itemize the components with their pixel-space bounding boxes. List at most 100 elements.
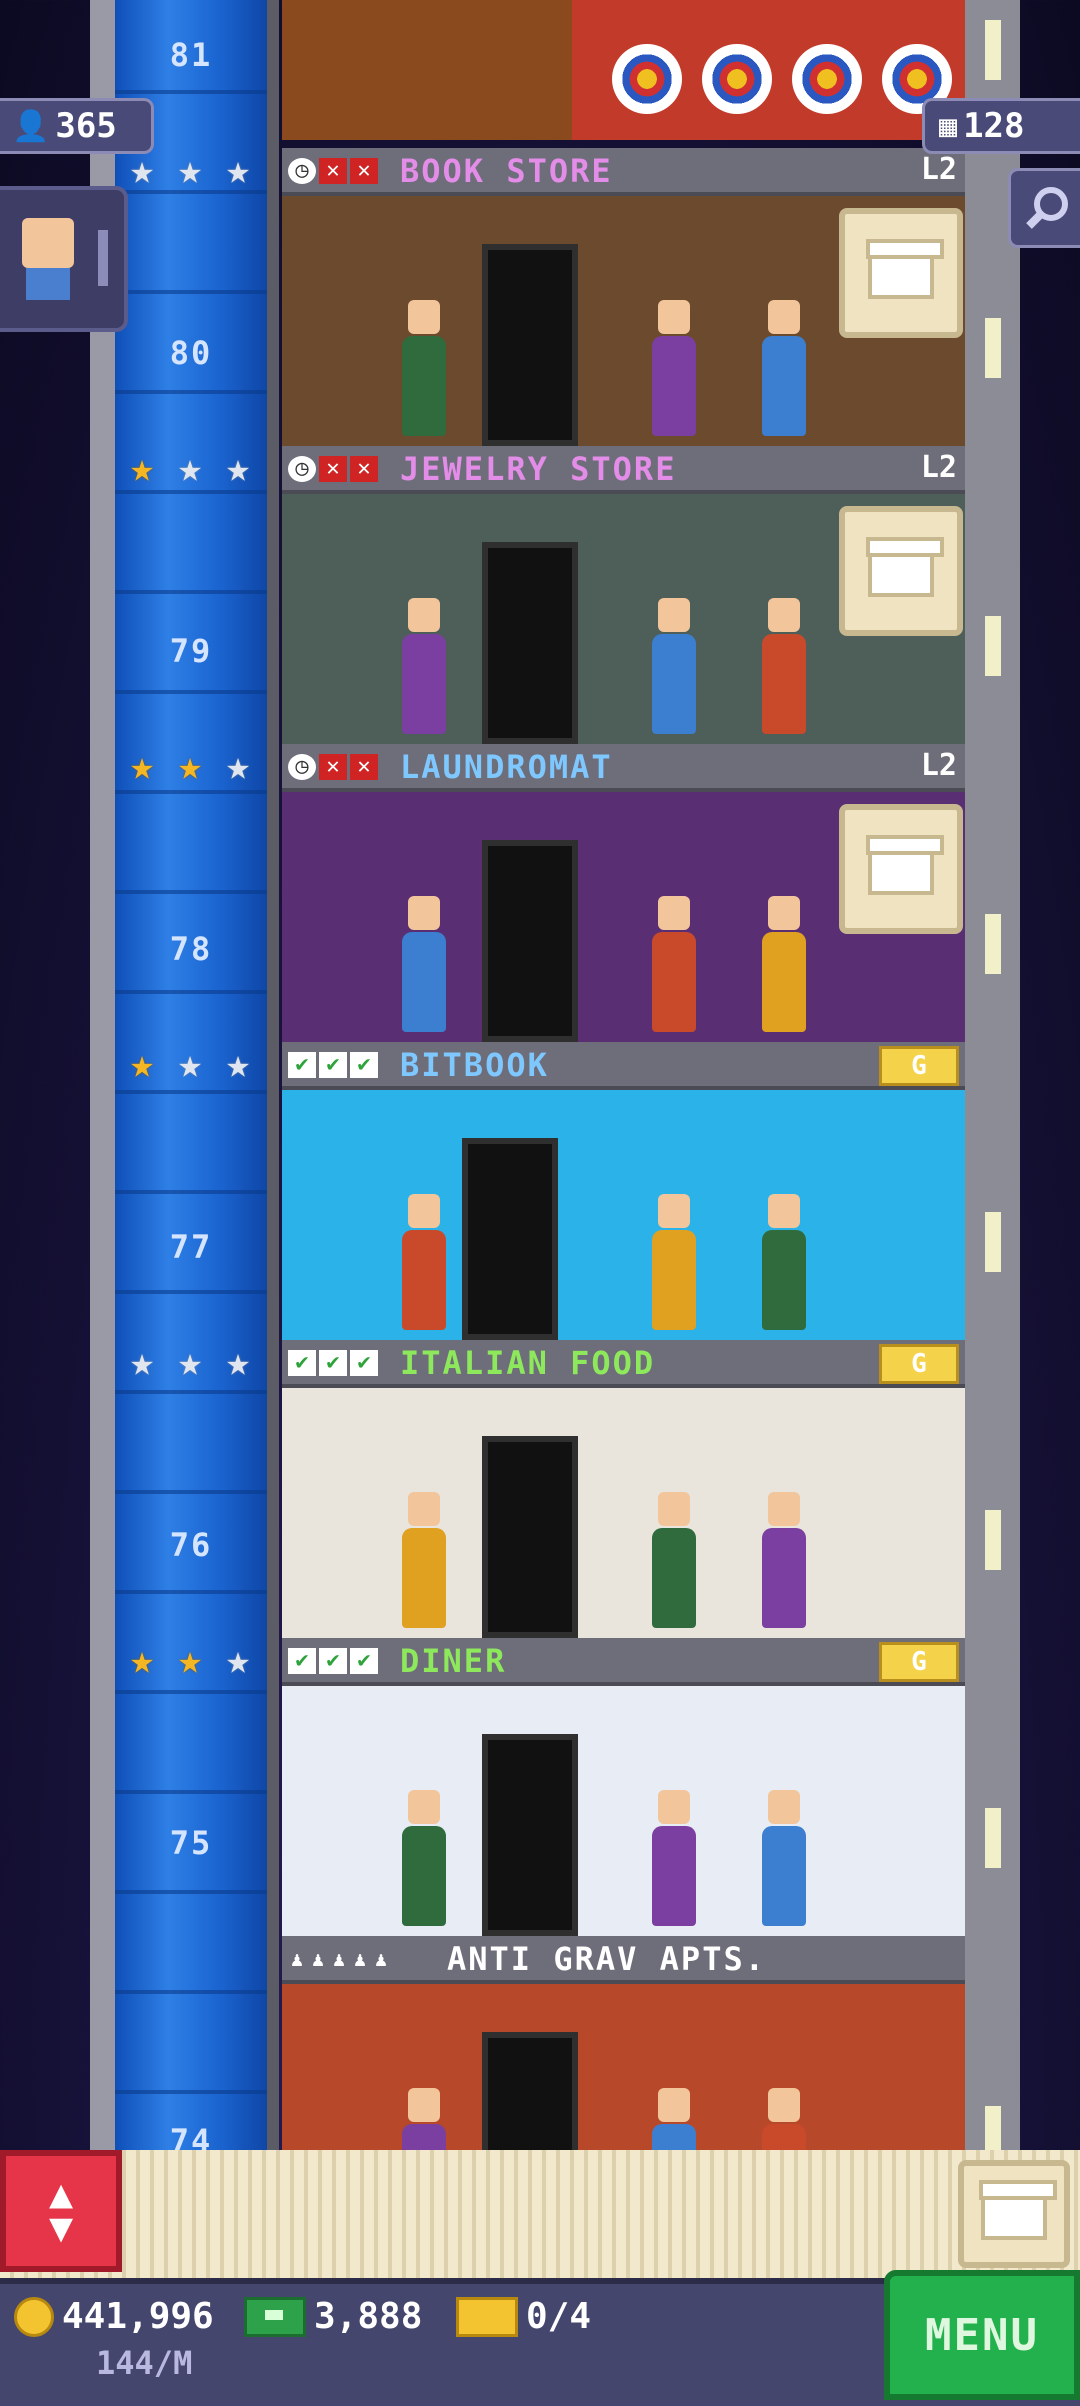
bitizen-alert-button[interactable] — [0, 186, 128, 332]
bitizen[interactable] — [652, 1194, 696, 1330]
resident-icons: ♟ ♟ ♟ ♟ ♟ — [288, 1946, 390, 1972]
elevator-segment — [115, 1290, 267, 1294]
star-icon: ★ — [225, 1637, 251, 1683]
stock-all-button[interactable] — [958, 2160, 1070, 2268]
bitizen[interactable] — [402, 1194, 446, 1330]
floors-count: 128 — [963, 106, 1025, 146]
bitizen-body — [26, 268, 70, 300]
restock-button[interactable] — [839, 804, 963, 934]
bitizen[interactable] — [402, 896, 446, 1032]
elevator-segment — [115, 1690, 267, 1694]
restock-button[interactable] — [839, 208, 963, 338]
elevator-door — [482, 840, 578, 1042]
tower-right-wall — [965, 0, 1020, 2166]
x-icon: ✕ — [350, 158, 378, 184]
elevator-rail — [267, 0, 279, 2150]
check-icon: ✔ — [288, 1052, 316, 1078]
bitizen[interactable] — [402, 1492, 446, 1628]
star-icon: ★ — [177, 1637, 203, 1683]
floor[interactable]: ✔ ✔ ✔ DINER G — [282, 1638, 965, 1936]
floor-name: JEWELRY STORE — [400, 450, 677, 488]
star-icon: ★ — [177, 445, 203, 491]
population-count: 365 — [55, 106, 117, 146]
bitizen[interactable] — [652, 598, 696, 734]
tickets-value: 0/4 — [526, 2296, 592, 2337]
room-interior[interactable] — [282, 1090, 965, 1340]
bitizen[interactable] — [762, 1492, 806, 1628]
bitizen[interactable] — [402, 300, 446, 436]
bitizen[interactable] — [652, 300, 696, 436]
clock-icon: ◷ — [288, 158, 316, 184]
floor-level: L2 — [920, 748, 957, 783]
building-icon: ▦ — [939, 108, 958, 144]
elevator-segment — [115, 1890, 267, 1894]
floor-header: ◷ ✕ ✕ JEWELRY STORE L2 — [282, 446, 965, 494]
floor-name: ITALIAN FOOD — [400, 1344, 656, 1382]
box-icon — [866, 835, 944, 895]
check-icon: ✔ — [350, 1052, 378, 1078]
star-icon: ★ — [225, 1339, 251, 1385]
elevator-segment — [115, 1590, 267, 1594]
floor[interactable]: ✔ ✔ ✔ BITBOOK G — [282, 1042, 965, 1340]
floor-name: DINER — [400, 1642, 507, 1680]
check-icon: ✔ — [288, 1648, 316, 1674]
star-icon: ★ — [129, 1339, 155, 1385]
x-icon: ✕ — [350, 456, 378, 482]
floor[interactable]: ✔ ✔ ✔ ITALIAN FOOD G — [282, 1340, 965, 1638]
magnifier-icon — [1026, 187, 1068, 229]
check-icon: ✔ — [350, 1350, 378, 1376]
bitizen[interactable] — [762, 300, 806, 436]
elevator-door — [482, 1436, 578, 1638]
elevator-updown-button[interactable]: ▲ ▼ — [0, 2150, 122, 2272]
restock-button[interactable] — [839, 506, 963, 636]
star-icon: ★ — [225, 1041, 251, 1087]
check-icon: ✔ — [288, 1350, 316, 1376]
coin-icon — [14, 2296, 54, 2337]
gold-badge[interactable]: G — [879, 1642, 959, 1682]
bitizen[interactable] — [762, 896, 806, 1032]
clock-icon: ◷ — [288, 754, 316, 780]
floor-stars: ★ ★ ★ — [120, 1342, 260, 1382]
bitizen[interactable] — [762, 598, 806, 734]
floor[interactable]: ◷ ✕ ✕ JEWELRY STORE L2 — [282, 446, 965, 744]
search-button[interactable] — [1008, 168, 1080, 248]
tickets-stat: 0/4 — [456, 2296, 591, 2337]
floor-number: 75 — [169, 1824, 213, 1862]
elevator-door — [482, 244, 578, 446]
star-icon: ★ — [177, 1041, 203, 1087]
bitizen[interactable] — [762, 1790, 806, 1926]
floor[interactable]: ◷ ✕ ✕ LAUNDROMAT L2 — [282, 744, 965, 1042]
elevator-segment — [115, 1390, 267, 1394]
x-icon: ✕ — [319, 456, 347, 482]
elevator-segment — [115, 1490, 267, 1494]
bitizen[interactable] — [652, 896, 696, 1032]
floor-archery-partial[interactable] — [282, 0, 965, 140]
gold-badge[interactable]: G — [879, 1344, 959, 1384]
bux-icon — [244, 2296, 306, 2337]
bitizen[interactable] — [402, 1790, 446, 1926]
elevator-segment — [115, 290, 267, 294]
room-interior[interactable] — [282, 1388, 965, 1638]
build-bar[interactable] — [0, 2150, 1080, 2278]
bux-value: 3,888 — [314, 2296, 423, 2337]
floor-status: ✔ ✔ ✔ — [288, 1350, 378, 1376]
bitizen[interactable] — [652, 1492, 696, 1628]
room-interior[interactable] — [282, 1686, 965, 1936]
check-icon: ✔ — [319, 1350, 347, 1376]
gold-badge[interactable]: G — [879, 1046, 959, 1086]
bitizen[interactable] — [402, 598, 446, 734]
tower-window — [985, 1212, 1001, 1272]
tower-window — [985, 914, 1001, 974]
population-badge[interactable]: 👤 365 — [0, 98, 154, 154]
star-icon: ★ — [177, 1339, 203, 1385]
bitizen[interactable] — [762, 1194, 806, 1330]
star-icon: ★ — [129, 743, 155, 789]
bitizen[interactable] — [652, 1790, 696, 1926]
x-icon: ✕ — [350, 754, 378, 780]
floors-badge[interactable]: ▦ 128 — [922, 98, 1080, 154]
floor-status: ✔ ✔ ✔ — [288, 1052, 378, 1078]
menu-button[interactable]: MENU — [884, 2270, 1080, 2400]
floor[interactable]: ◷ ✕ ✕ BOOK STORE L2 — [282, 148, 965, 446]
check-icon: ✔ — [319, 1052, 347, 1078]
floor-number: 77 — [169, 1228, 213, 1266]
